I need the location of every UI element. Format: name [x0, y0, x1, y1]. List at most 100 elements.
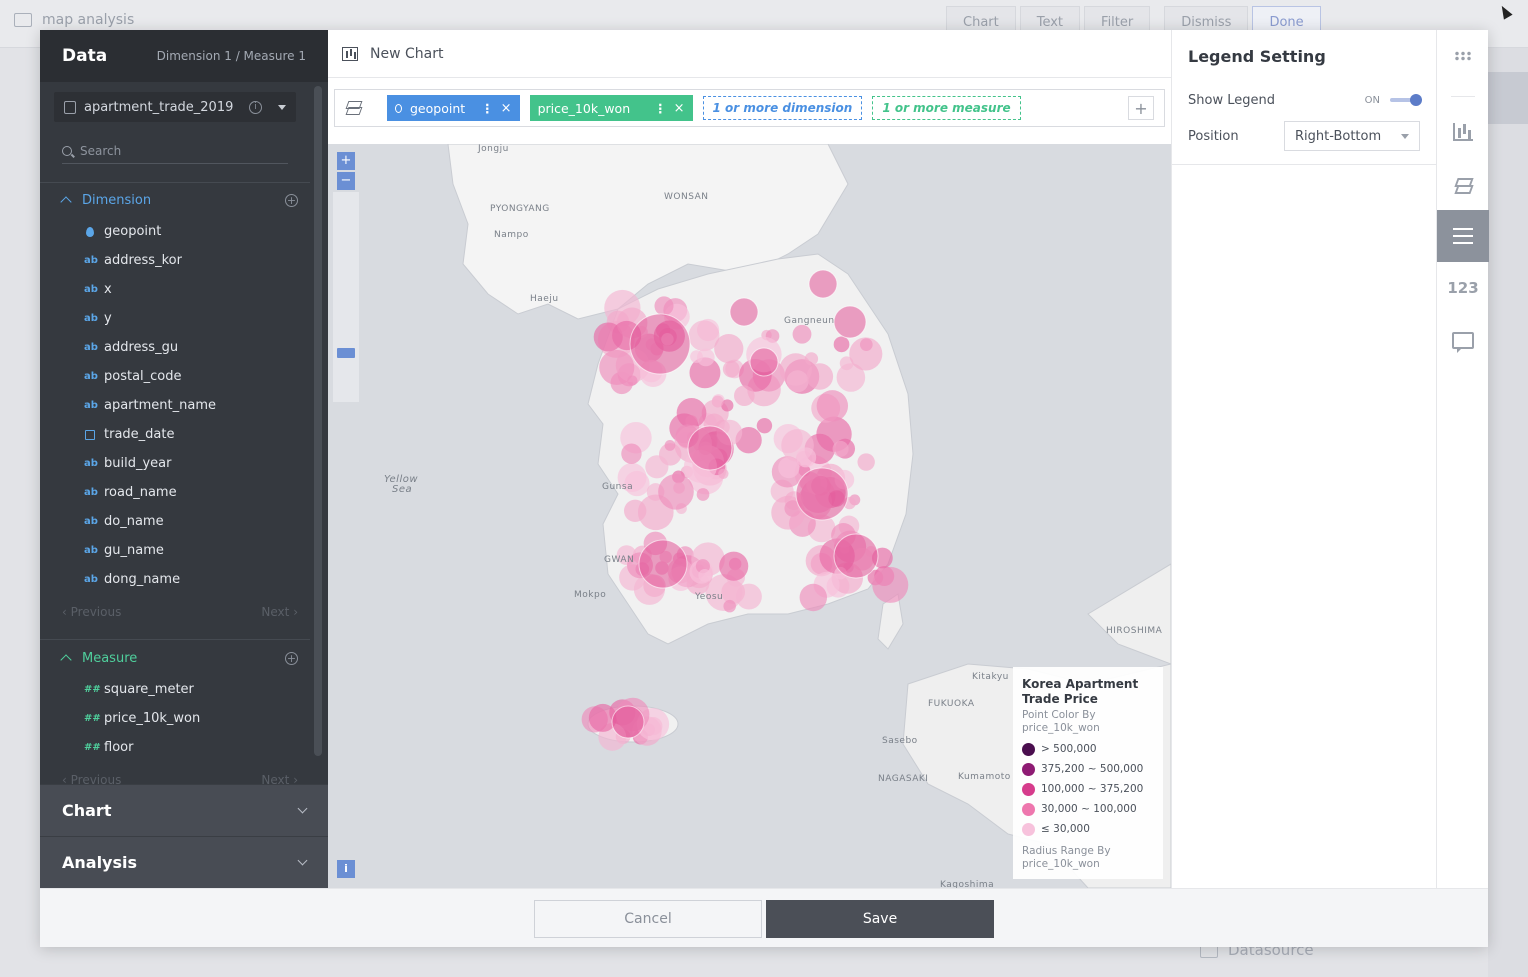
- map-point[interactable]: [611, 705, 645, 739]
- position-select[interactable]: Right-Bottom: [1284, 121, 1420, 151]
- map-point[interactable]: [808, 269, 838, 299]
- map-point[interactable]: [698, 568, 712, 582]
- add-layer-button[interactable]: +: [1128, 96, 1154, 120]
- analysis-section-toggle[interactable]: Analysis: [40, 836, 328, 888]
- map-point[interactable]: [658, 473, 694, 510]
- remove-icon[interactable]: ×: [501, 101, 512, 116]
- chart-title[interactable]: New Chart: [370, 46, 443, 62]
- measure-field[interactable]: ## price_10k_won: [84, 704, 304, 733]
- legend-item: 30,000 ~ 100,000: [1022, 799, 1154, 819]
- dimension-field[interactable]: ab dong_name: [84, 565, 304, 594]
- dimension-field[interactable]: trade_date: [84, 420, 304, 449]
- map-point[interactable]: [749, 347, 779, 377]
- rail-item-layers[interactable]: [1437, 158, 1489, 210]
- dimension-field[interactable]: ab x: [84, 275, 304, 304]
- map-point[interactable]: [832, 440, 849, 457]
- map-label: Sea: [392, 484, 413, 495]
- map-point[interactable]: [756, 417, 773, 434]
- map-point[interactable]: [719, 551, 749, 581]
- add-dimension-icon[interactable]: +: [285, 193, 298, 207]
- datasource-select[interactable]: apartment_trade_2019 i: [54, 92, 296, 122]
- measure-pill[interactable]: price_10k_won ⋮ ×: [529, 95, 693, 121]
- map-point[interactable]: [795, 467, 849, 521]
- dimension-field[interactable]: ab build_year: [84, 449, 304, 478]
- map-point[interactable]: [786, 370, 809, 393]
- map-point[interactable]: [664, 440, 676, 451]
- more-icon[interactable]: ⋮: [654, 101, 666, 116]
- measure-drop-zone[interactable]: 1 or more measure: [872, 96, 1021, 120]
- dimension-field[interactable]: ab address_kor: [84, 246, 304, 275]
- show-legend-toggle[interactable]: ON: [1365, 94, 1422, 106]
- map-point[interactable]: [833, 305, 867, 339]
- map-point[interactable]: [599, 349, 635, 386]
- dimension-field[interactable]: ab do_name: [84, 507, 304, 536]
- dimension-field[interactable]: ab gu_name: [84, 536, 304, 565]
- zoom-in-button[interactable]: +: [337, 152, 355, 170]
- map-point[interactable]: [722, 360, 740, 378]
- search-input[interactable]: [80, 143, 270, 158]
- data-panel-scrollbar[interactable]: [314, 86, 322, 756]
- cancel-button[interactable]: Cancel: [534, 900, 762, 938]
- map-point[interactable]: [718, 468, 729, 479]
- more-icon[interactable]: ⋮: [481, 101, 493, 116]
- map-view[interactable]: Jongju PYONGYANG WONSAN Nampo Haeju Gang…: [328, 144, 1171, 888]
- map-point[interactable]: [804, 352, 819, 366]
- map-point[interactable]: [629, 313, 691, 375]
- dimension-field[interactable]: ab address_gu: [84, 333, 304, 362]
- rail-item-map-points[interactable]: [1437, 30, 1489, 82]
- map-point[interactable]: [676, 398, 707, 428]
- chart-section-toggle[interactable]: Chart: [40, 784, 328, 836]
- map-label: GWAN: [604, 555, 635, 565]
- calendar-icon: [85, 429, 95, 440]
- map-point[interactable]: [816, 390, 849, 422]
- map-point[interactable]: [711, 395, 724, 408]
- map-point[interactable]: [690, 350, 703, 363]
- zoom-slider[interactable]: [333, 192, 359, 402]
- map-point[interactable]: [833, 336, 850, 353]
- zoom-out-button[interactable]: −: [337, 172, 355, 190]
- rail-item-legend[interactable]: [1437, 210, 1489, 262]
- map-point[interactable]: [696, 488, 710, 501]
- map-point[interactable]: [735, 583, 762, 610]
- info-icon[interactable]: i: [249, 100, 262, 114]
- save-button[interactable]: Save: [766, 900, 994, 938]
- map-point[interactable]: [654, 296, 674, 316]
- dimension-field[interactable]: ab postal_code: [84, 362, 304, 391]
- dimension-field[interactable]: geopoint: [84, 217, 304, 246]
- dimension-section-header[interactable]: Dimension +: [60, 190, 298, 210]
- zoom-slider-handle[interactable]: [337, 348, 355, 358]
- measure-field[interactable]: ## square_meter: [84, 675, 304, 704]
- map-point[interactable]: [729, 297, 759, 327]
- remove-icon[interactable]: ×: [674, 101, 685, 116]
- layers-icon[interactable]: [345, 101, 363, 115]
- map-point[interactable]: [734, 385, 755, 407]
- map-point[interactable]: [799, 583, 828, 612]
- map-point[interactable]: [714, 334, 744, 364]
- map-point[interactable]: [645, 455, 669, 479]
- dimension-drop-zone[interactable]: 1 or more dimension: [702, 96, 863, 120]
- dimension-field[interactable]: ab apartment_name: [84, 391, 304, 420]
- rail-item-number-format[interactable]: 123: [1437, 262, 1489, 314]
- map-point[interactable]: [849, 337, 883, 371]
- map-point[interactable]: [638, 539, 688, 589]
- add-measure-icon[interactable]: +: [285, 651, 298, 665]
- map-point[interactable]: [796, 447, 817, 468]
- map-point[interactable]: [792, 324, 812, 344]
- previous-button[interactable]: ‹ Previous: [62, 605, 121, 619]
- map-point[interactable]: [621, 443, 642, 464]
- map-point[interactable]: [723, 599, 736, 613]
- dimension-field[interactable]: ab y: [84, 304, 304, 333]
- map-point[interactable]: [687, 425, 733, 471]
- next-button[interactable]: Next ›: [261, 605, 298, 619]
- map-point[interactable]: [806, 363, 834, 390]
- rail-item-comment[interactable]: [1437, 314, 1489, 366]
- measure-section-header[interactable]: Measure +: [60, 648, 298, 668]
- map-point[interactable]: [857, 453, 875, 471]
- map-point[interactable]: [833, 533, 879, 579]
- rail-item-chart[interactable]: [1437, 106, 1489, 158]
- dimension-field[interactable]: ab road_name: [84, 478, 304, 507]
- info-button[interactable]: i: [337, 860, 355, 878]
- map-point[interactable]: [872, 566, 909, 603]
- dimension-pill[interactable]: geopoint ⋮ ×: [387, 95, 520, 121]
- measure-field[interactable]: ## floor: [84, 733, 304, 762]
